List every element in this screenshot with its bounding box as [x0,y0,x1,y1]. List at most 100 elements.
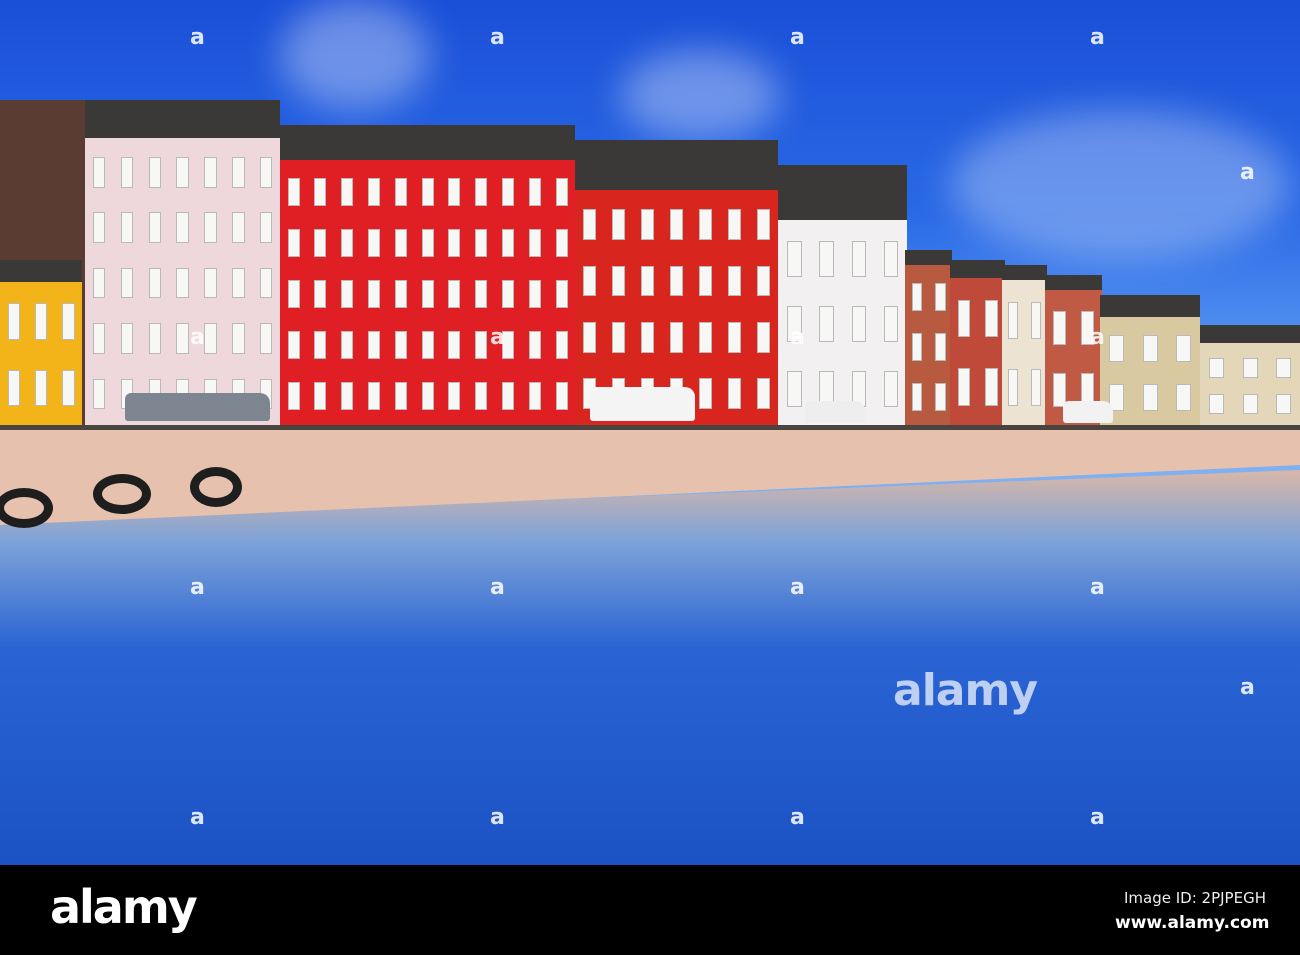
window [528,229,541,258]
window [259,157,273,188]
window [883,371,899,407]
window [935,283,946,311]
window [287,280,300,309]
window [728,321,742,353]
window [92,157,106,188]
window [1030,301,1041,339]
window [612,321,626,353]
window [1030,369,1041,407]
building-row [0,0,1300,435]
window [34,369,48,407]
window [699,321,713,353]
window [641,209,655,241]
window [7,369,20,407]
window [148,212,162,243]
window [555,331,568,360]
window [985,368,998,406]
window [314,229,327,258]
window [34,303,48,340]
window [883,241,899,277]
van [1063,401,1113,423]
window [204,323,217,354]
window [148,267,162,299]
watermark-mark: a [490,325,505,350]
watermark-mark: a [790,325,805,350]
window [148,323,162,354]
watermark-mark: a [1240,675,1255,700]
window [341,178,354,207]
window [394,178,407,207]
roof [0,260,82,282]
window [883,306,899,342]
window [670,265,684,297]
window [1052,310,1066,345]
window [204,212,217,243]
window [120,267,134,299]
window [176,212,189,243]
roof [280,125,575,160]
window [502,178,515,207]
car [805,401,865,423]
window [819,241,834,277]
window [314,331,327,360]
window [7,303,20,340]
window [985,299,998,338]
tire-fender [190,467,242,507]
window [232,157,245,188]
window [314,280,327,309]
window [62,303,75,340]
window [612,209,626,241]
watermark-mark: a [190,25,205,50]
window [475,229,488,258]
window [394,229,407,258]
window [612,265,626,297]
window [62,369,75,407]
window [421,331,434,360]
window [757,321,771,353]
window [851,241,867,277]
window [528,178,541,207]
watermark-mark: a [1090,325,1105,350]
window [448,229,461,258]
window [555,229,568,258]
roof [950,260,1005,278]
window [448,280,461,309]
window [367,178,381,207]
window [670,321,684,353]
roof [905,250,952,265]
watermark-mark: a [190,575,205,600]
window [787,371,802,407]
window [757,265,771,297]
window [1176,334,1191,362]
window [394,331,407,360]
window [502,280,515,309]
window [699,265,713,297]
window [787,241,802,277]
window [1242,358,1258,378]
watermark-mark: a [190,805,205,830]
watermark-mark: a [790,575,805,600]
watermark-mark: a [190,325,205,350]
window [148,157,162,188]
window [341,331,354,360]
window [120,323,134,354]
roof [1045,275,1102,290]
window [528,280,541,309]
window [583,265,597,297]
image-id: Image ID: 2PJPEGH [1124,889,1266,907]
window [314,178,327,207]
window [287,331,300,360]
window [1142,334,1158,362]
window [92,267,106,299]
window [341,229,354,258]
building-white [778,165,907,435]
window [367,229,381,258]
roof [1200,325,1300,343]
watermark-mark: a [1240,160,1255,185]
window [851,306,867,342]
van [590,387,695,421]
watermark-mark: a [790,25,805,50]
window [1008,369,1019,407]
window [120,157,134,188]
watermark-mark: a [490,575,505,600]
